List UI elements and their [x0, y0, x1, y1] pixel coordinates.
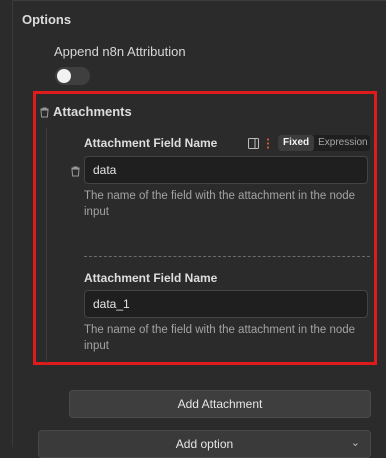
append-attribution-toggle[interactable] — [55, 67, 90, 85]
attachment-field-input-2[interactable]: data_1 — [84, 290, 368, 318]
add-option-label: Add option — [175, 437, 234, 451]
add-attachment-label: Add Attachment — [177, 397, 263, 411]
attachment-field-name-label: Attachment Field Name — [84, 136, 218, 150]
trash-icon[interactable] — [71, 165, 80, 180]
trash-icon[interactable] — [40, 107, 49, 118]
item-separator — [84, 256, 370, 257]
attachment-field-input-1[interactable]: data — [84, 156, 368, 184]
left-divider — [12, 0, 13, 447]
add-option-button[interactable]: Add option ⌄ — [38, 430, 371, 458]
attachment-field-name-label: Attachment Field Name — [84, 271, 218, 285]
add-attachment-button[interactable]: Add Attachment — [69, 390, 371, 418]
more-vertical-icon[interactable] — [266, 137, 270, 152]
options-title: Options — [22, 12, 72, 27]
attachments-group-rule — [46, 128, 47, 363]
toggle-knob — [57, 69, 71, 83]
top-divider — [12, 0, 386, 1]
attachment-field-hint-1: The name of the field with the attachmen… — [84, 190, 356, 218]
panel-icon[interactable] — [248, 137, 259, 152]
fixed-expression-toggle[interactable]: Fixed Expression — [278, 135, 370, 151]
attachments-title: Attachments — [53, 104, 132, 119]
attachment-field-hint-2: The name of the field with the attachmen… — [84, 324, 356, 352]
append-attribution-label: Append n8n Attribution — [54, 44, 186, 59]
chevron-down-icon: ⌄ — [350, 437, 360, 449]
tab-expression[interactable]: Expression — [314, 135, 371, 151]
tab-fixed[interactable]: Fixed — [278, 135, 315, 151]
